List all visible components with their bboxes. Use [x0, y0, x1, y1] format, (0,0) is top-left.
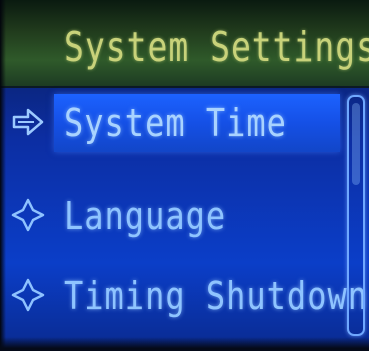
- menu-item-system-time[interactable]: System Time: [0, 92, 340, 152]
- scrollbar[interactable]: [347, 95, 365, 336]
- arrow-right-icon: [12, 108, 44, 136]
- page-title: System Settings: [64, 22, 369, 71]
- bezel-edge: [0, 337, 369, 351]
- bezel-edge: [0, 0, 6, 351]
- menu-item-timing-shutdown[interactable]: Timing Shutdown: [0, 265, 367, 325]
- menu-item-language[interactable]: Language: [0, 185, 340, 245]
- lcd-screen: System Settings System Time Language Tim…: [0, 0, 369, 351]
- menu-header: System Settings: [0, 0, 369, 88]
- scrollbar-thumb[interactable]: [352, 103, 360, 185]
- diamond-icon: [11, 278, 45, 312]
- menu-item-label: Language: [64, 193, 227, 239]
- menu-item-label: Timing Shutdown: [64, 273, 368, 319]
- menu-item-label: System Time: [64, 100, 287, 146]
- diamond-icon: [11, 198, 45, 232]
